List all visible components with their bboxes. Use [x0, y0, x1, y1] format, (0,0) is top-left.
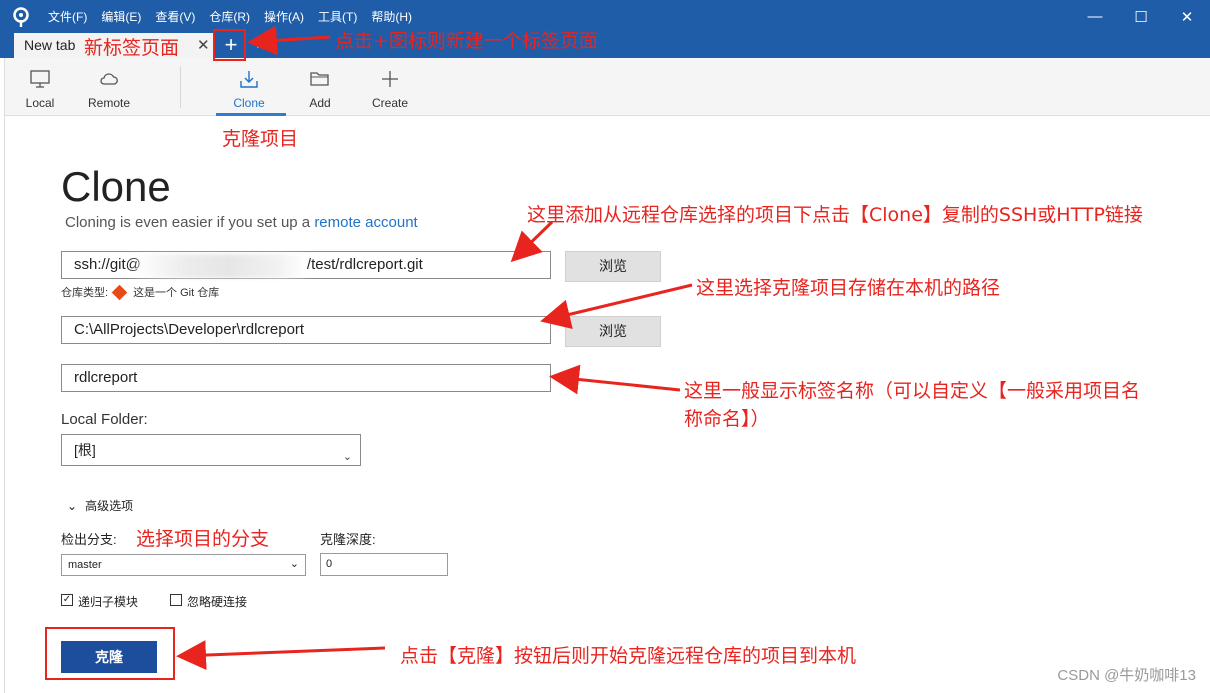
recursive-submodules-checkbox[interactable]: ✓ [61, 594, 73, 606]
advanced-options-toggle[interactable]: ⌄ 高级选项 [67, 497, 133, 514]
plus-icon [382, 71, 398, 87]
tab-title: New tab [24, 37, 76, 53]
toolbar: Local Remote Clone Add Create [0, 58, 1210, 116]
toolbar-separator [180, 66, 181, 108]
tab-strip: New tab ✕ + ▼ [0, 33, 1210, 58]
git-icon [111, 284, 128, 300]
active-tab-indicator [216, 113, 286, 116]
advanced-options-label: 高级选项 [85, 499, 134, 513]
url-prefix: ssh://git@ [74, 256, 141, 273]
branch-value: master [68, 559, 102, 571]
toolbar-add-label: Add [309, 96, 331, 110]
remote-account-link[interactable]: remote account [314, 214, 417, 231]
browse-destination-button[interactable]: 浏览 [565, 316, 661, 347]
subtitle-text: Cloning is even easier if you set up a [65, 214, 315, 231]
annotation-name-hint-1: 这里一般显示标签名称（可以自定义【一般采用项目名 [684, 380, 1141, 402]
close-window-button[interactable]: ✕ [1164, 0, 1210, 33]
chevron-down-icon: ⌄ [342, 451, 352, 463]
menu-view[interactable]: 查看(V) [155, 8, 195, 25]
clone-button-highlight-box [45, 627, 175, 680]
minimize-button[interactable]: — [1072, 0, 1118, 33]
toolbar-add-button[interactable]: Add [285, 58, 355, 116]
ignore-hardlinks-label: 忽略硬连接 [187, 595, 248, 609]
annotation-new-tab: 新标签页面 [84, 37, 180, 59]
annotation-clone-hint: 点击【克隆】按钮后则开始克隆远程仓库的项目到本机 [400, 645, 857, 667]
url-suffix: /test/rdlcreport.git [306, 256, 423, 273]
toolbar-remote-label: Remote [87, 96, 131, 110]
toolbar-create-button[interactable]: Create [355, 58, 425, 116]
bookmark-name-input[interactable]: rdlcreport [61, 364, 551, 392]
arrow-clone [176, 640, 386, 671]
toolbar-clone-label: Clone [233, 96, 265, 110]
browse-source-button[interactable]: 浏览 [565, 251, 661, 282]
branch-select[interactable]: master ⌄ [61, 554, 306, 576]
local-folder-select[interactable]: [根] ⌄ [61, 434, 361, 466]
add-tab-highlight-box [213, 29, 246, 61]
annotation-branch-hint: 选择项目的分支 [136, 528, 270, 550]
tab-close-icon[interactable]: ✕ [197, 36, 210, 54]
repo-type-label: 仓库类型: [61, 287, 109, 299]
menu-edit[interactable]: 编辑(E) [101, 8, 141, 25]
watermark: CSDN @牛奶咖啡13 [1057, 667, 1196, 684]
maximize-button[interactable]: ☐ [1118, 0, 1164, 33]
tab-dropdown-icon[interactable]: ▼ [253, 40, 263, 51]
cloud-icon [100, 73, 118, 85]
menu-repository[interactable]: 仓库(R) [209, 8, 250, 25]
clone-subtitle: Cloning is even easier if you set up a r… [65, 214, 418, 231]
annotation-name-hint-2: 称命名】） [684, 408, 770, 430]
repo-type-value: 这是一个 Git 仓库 [133, 287, 220, 299]
window-controls: — ☐ ✕ [1072, 0, 1210, 33]
branch-label: 检出分支: [61, 532, 117, 547]
repo-type-row: 仓库类型: 这是一个 Git 仓库 [61, 284, 219, 300]
annotation-plus-hint: 点击+图标则新建一个标签页面 [335, 30, 598, 52]
menu-file[interactable]: 文件(F) [48, 8, 87, 25]
menu-help[interactable]: 帮助(H) [371, 8, 412, 25]
annotation-path-hint: 这里选择克隆项目存储在本机的路径 [696, 277, 1001, 299]
folder-icon [310, 72, 329, 86]
depth-label: 克隆深度: [320, 532, 376, 547]
window-left-edge [0, 58, 5, 693]
chevron-expand-icon: ⌄ [67, 499, 78, 513]
local-folder-label: Local Folder: [61, 411, 148, 428]
annotation-clone-project: 克隆项目 [222, 128, 299, 150]
arrow-name [549, 364, 681, 395]
toolbar-local-button[interactable]: Local [5, 58, 75, 116]
monitor-icon [30, 70, 50, 88]
toolbar-create-label: Create [371, 96, 409, 110]
menu-tools[interactable]: 工具(T) [318, 8, 357, 25]
clone-depth-input[interactable]: 0 [320, 553, 448, 576]
download-icon [240, 71, 258, 88]
annotation-url-hint: 这里添加从远程仓库选择的项目下点击【Clone】复制的SSH或HTTP链接 [527, 204, 1143, 226]
toolbar-remote-button[interactable]: Remote [74, 58, 144, 116]
menu-actions[interactable]: 操作(A) [264, 8, 304, 25]
toolbar-local-label: Local [25, 96, 55, 110]
recursive-submodules-label: 递归子模块 [78, 595, 139, 609]
ignore-hardlinks-checkbox[interactable] [170, 594, 182, 606]
redacted-host-blur [135, 254, 305, 278]
local-folder-value: [根] [74, 442, 96, 458]
app-logo-icon [13, 7, 29, 27]
chevron-down-icon: ⌄ [289, 558, 299, 570]
page-title: Clone [61, 163, 171, 210]
toolbar-clone-button[interactable]: Clone [214, 58, 284, 116]
title-bar: 文件(F) 编辑(E) 查看(V) 仓库(R) 操作(A) 工具(T) 帮助(H… [0, 0, 1210, 33]
destination-path-input[interactable]: C:\AllProjects\Developer\rdlcreport [61, 316, 551, 344]
arrow-path [540, 283, 693, 329]
